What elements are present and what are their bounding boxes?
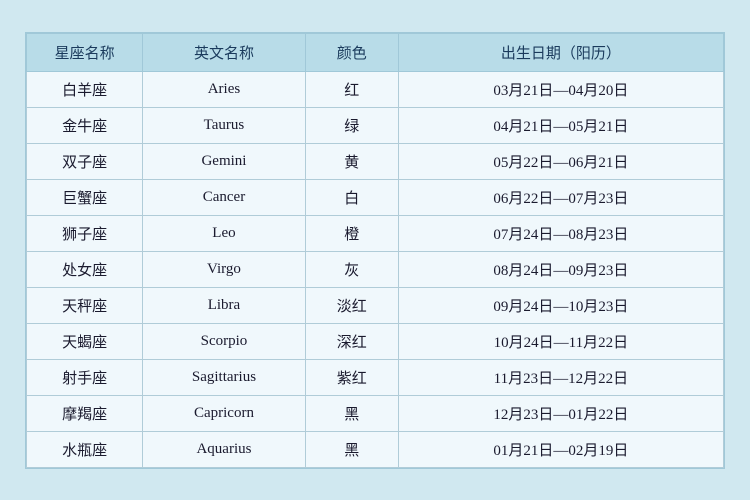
cell-date: 07月24日—08月23日	[398, 215, 723, 251]
cell-color: 黑	[305, 431, 398, 467]
table-row: 摩羯座Capricorn黑12月23日—01月22日	[27, 395, 724, 431]
cell-color: 绿	[305, 107, 398, 143]
cell-english: Scorpio	[143, 323, 306, 359]
table-row: 狮子座Leo橙07月24日—08月23日	[27, 215, 724, 251]
cell-english: Virgo	[143, 251, 306, 287]
cell-color: 淡红	[305, 287, 398, 323]
cell-chinese: 射手座	[27, 359, 143, 395]
cell-chinese: 摩羯座	[27, 395, 143, 431]
table-row: 射手座Sagittarius紫红11月23日—12月22日	[27, 359, 724, 395]
cell-english: Cancer	[143, 179, 306, 215]
cell-color: 橙	[305, 215, 398, 251]
cell-chinese: 白羊座	[27, 71, 143, 107]
cell-chinese: 天蝎座	[27, 323, 143, 359]
table-row: 巨蟹座Cancer白06月22日—07月23日	[27, 179, 724, 215]
cell-color: 深红	[305, 323, 398, 359]
cell-chinese: 狮子座	[27, 215, 143, 251]
table-row: 天蝎座Scorpio深红10月24日—11月22日	[27, 323, 724, 359]
cell-date: 05月22日—06月21日	[398, 143, 723, 179]
cell-chinese: 双子座	[27, 143, 143, 179]
cell-date: 01月21日—02月19日	[398, 431, 723, 467]
table-row: 处女座Virgo灰08月24日—09月23日	[27, 251, 724, 287]
cell-chinese: 水瓶座	[27, 431, 143, 467]
zodiac-table-container: 星座名称 英文名称 颜色 出生日期（阳历） 白羊座Aries红03月21日—04…	[25, 32, 725, 469]
zodiac-table: 星座名称 英文名称 颜色 出生日期（阳历） 白羊座Aries红03月21日—04…	[26, 33, 724, 468]
table-header-row: 星座名称 英文名称 颜色 出生日期（阳历）	[27, 33, 724, 71]
header-english: 英文名称	[143, 33, 306, 71]
header-date: 出生日期（阳历）	[398, 33, 723, 71]
cell-color: 灰	[305, 251, 398, 287]
cell-color: 黑	[305, 395, 398, 431]
cell-chinese: 金牛座	[27, 107, 143, 143]
cell-chinese: 巨蟹座	[27, 179, 143, 215]
cell-english: Aries	[143, 71, 306, 107]
cell-english: Sagittarius	[143, 359, 306, 395]
cell-english: Aquarius	[143, 431, 306, 467]
cell-date: 08月24日—09月23日	[398, 251, 723, 287]
cell-date: 09月24日—10月23日	[398, 287, 723, 323]
cell-english: Leo	[143, 215, 306, 251]
cell-date: 04月21日—05月21日	[398, 107, 723, 143]
cell-color: 紫红	[305, 359, 398, 395]
cell-english: Libra	[143, 287, 306, 323]
cell-color: 红	[305, 71, 398, 107]
cell-date: 06月22日—07月23日	[398, 179, 723, 215]
header-color: 颜色	[305, 33, 398, 71]
cell-english: Taurus	[143, 107, 306, 143]
cell-date: 10月24日—11月22日	[398, 323, 723, 359]
table-row: 白羊座Aries红03月21日—04月20日	[27, 71, 724, 107]
table-row: 天秤座Libra淡红09月24日—10月23日	[27, 287, 724, 323]
cell-date: 11月23日—12月22日	[398, 359, 723, 395]
cell-date: 03月21日—04月20日	[398, 71, 723, 107]
cell-english: Capricorn	[143, 395, 306, 431]
table-body: 白羊座Aries红03月21日—04月20日金牛座Taurus绿04月21日—0…	[27, 71, 724, 467]
cell-color: 白	[305, 179, 398, 215]
cell-color: 黄	[305, 143, 398, 179]
table-row: 双子座Gemini黄05月22日—06月21日	[27, 143, 724, 179]
cell-english: Gemini	[143, 143, 306, 179]
table-row: 水瓶座Aquarius黑01月21日—02月19日	[27, 431, 724, 467]
cell-chinese: 处女座	[27, 251, 143, 287]
cell-chinese: 天秤座	[27, 287, 143, 323]
table-row: 金牛座Taurus绿04月21日—05月21日	[27, 107, 724, 143]
header-chinese: 星座名称	[27, 33, 143, 71]
cell-date: 12月23日—01月22日	[398, 395, 723, 431]
